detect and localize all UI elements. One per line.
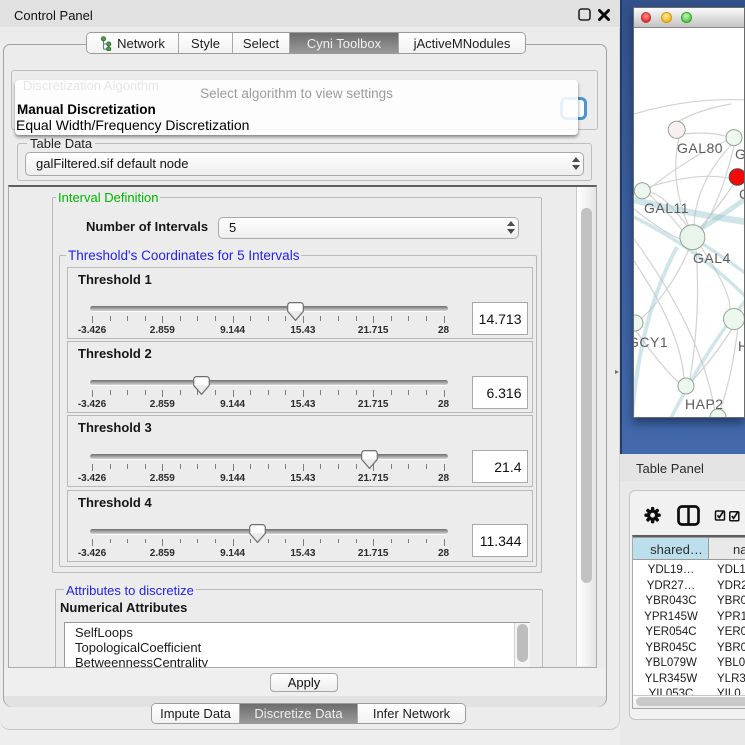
svg-text:HAP2: HAP2 [685,396,724,412]
svg-text:H: H [738,338,744,354]
svg-text:GAL4: GAL4 [693,250,731,266]
svg-text:C: C [739,186,744,202]
svg-text:GAL11: GAL11 [644,200,689,216]
svg-text:GCY1: GCY1 [634,334,668,350]
svg-text:GA: GA [735,146,744,162]
svg-text:GAL80: GAL80 [677,140,723,156]
